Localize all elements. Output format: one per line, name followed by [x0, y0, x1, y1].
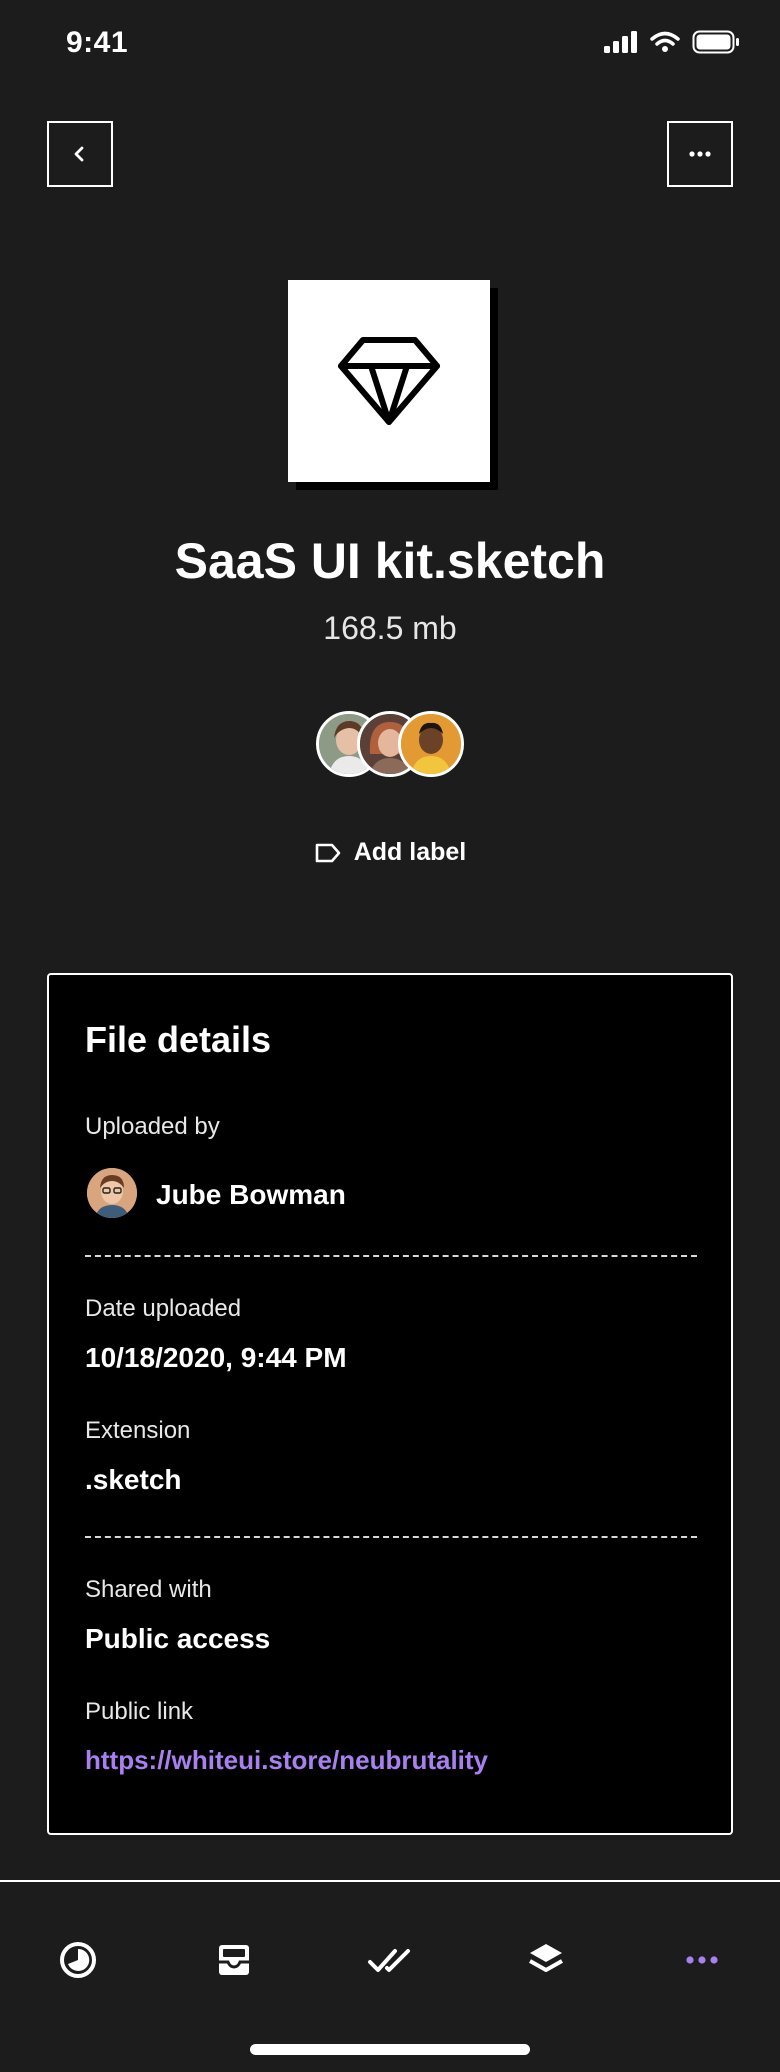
divider	[85, 1536, 697, 1538]
uploader-avatar	[87, 1168, 137, 1218]
inbox-icon	[219, 1945, 249, 1975]
status-bar: 9:41	[0, 0, 780, 90]
activity-icon	[60, 1942, 96, 1978]
tab-layers[interactable]	[516, 1930, 576, 1990]
public-link-label: Public link	[85, 1698, 194, 1725]
add-label-text: Add label	[353, 838, 467, 866]
tabbar-divider	[0, 1880, 780, 1882]
uploader-name: Jube Bowman	[156, 1179, 346, 1210]
diamond-icon	[338, 337, 440, 425]
public-link[interactable]: https://whiteui.store/neubrutality	[85, 1745, 488, 1776]
back-button[interactable]	[47, 121, 113, 187]
extension-label: Extension	[85, 1417, 191, 1444]
date-uploaded-label: Date uploaded	[85, 1295, 242, 1322]
tag-icon	[315, 843, 341, 862]
home-indicator	[250, 2044, 530, 2055]
chevron-left-icon	[74, 146, 84, 162]
more-horizontal-icon	[689, 151, 711, 157]
add-label-button[interactable]: Add label	[0, 838, 780, 867]
card-title: File details	[85, 1019, 272, 1060]
more-options-button[interactable]	[667, 121, 733, 187]
file-thumbnail-card	[288, 280, 490, 482]
avatar-man-1	[398, 711, 464, 777]
uploaded-by-label: Uploaded by	[85, 1113, 220, 1140]
shared-with-value[interactable]: Public access	[85, 1623, 270, 1655]
wifi-icon	[650, 31, 680, 52]
layers-icon	[529, 1944, 563, 1972]
cellular-signal-icon	[604, 31, 637, 53]
extension-value: .sketch	[85, 1464, 182, 1495]
tab-tasks[interactable]	[360, 1930, 420, 1990]
file-thumbnail	[288, 280, 498, 490]
tab-bar	[0, 1930, 780, 1990]
file-details-card: File details Uploaded by Jube Bowman Dat…	[47, 973, 733, 1835]
date-uploaded-value: 10/18/2020, 9:44 PM	[85, 1342, 347, 1373]
file-size: 168.5 mb	[323, 610, 457, 646]
shared-with-label: Shared with	[85, 1576, 212, 1603]
shared-avatars[interactable]	[316, 711, 466, 777]
status-icons	[604, 30, 740, 54]
tab-more[interactable]	[672, 1930, 732, 1990]
file-name: SaaS UI kit.sketch	[174, 533, 606, 589]
battery-icon	[692, 30, 739, 54]
status-time: 9:41	[66, 26, 129, 59]
tab-inbox[interactable]	[204, 1930, 264, 1990]
more-icon	[686, 1956, 718, 1964]
divider	[85, 1255, 697, 1257]
double-check-icon	[368, 1949, 410, 1972]
tab-activity[interactable]	[48, 1930, 108, 1990]
